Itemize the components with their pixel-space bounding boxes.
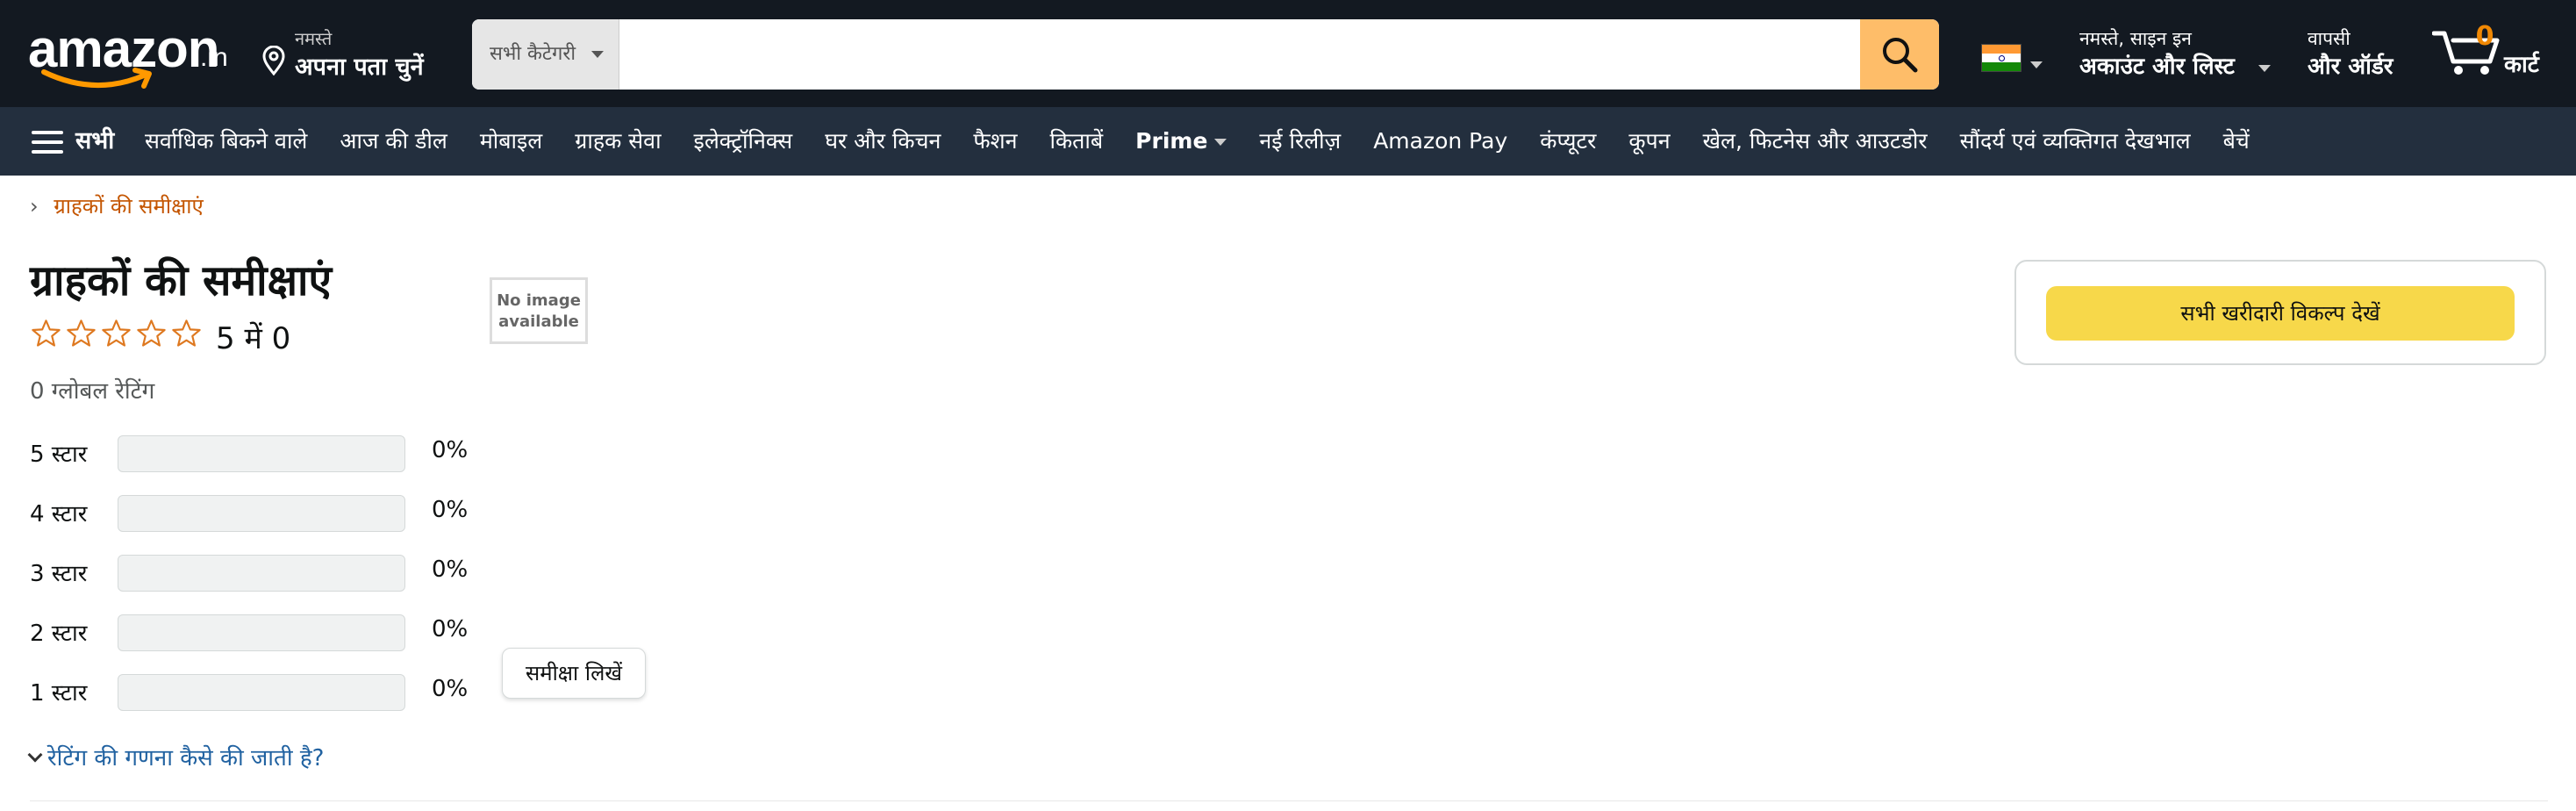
global-ratings-count: 0 ग्लोबल रेटिंग bbox=[30, 378, 155, 405]
search-category-dropdown[interactable]: सभी कैटेगरी bbox=[472, 19, 619, 90]
star-outline-icon bbox=[137, 319, 166, 347]
histogram-label: 2 स्टार bbox=[30, 621, 88, 647]
nav-item-fashion[interactable]: फैशन bbox=[973, 125, 1017, 158]
see-all-buying-options-button[interactable]: सभी खरीदारी विकल्प देखें bbox=[2046, 286, 2515, 341]
write-review-button[interactable]: समीक्षा लिखें bbox=[502, 648, 646, 699]
cart-count: 0 bbox=[2475, 21, 2494, 52]
histogram-percent: 0% bbox=[432, 616, 469, 642]
rating-histogram: 5 स्टार 0% 4 स्टार 0% 3 स्टार 0% 2 स्टार… bbox=[30, 430, 486, 728]
star-rating bbox=[30, 316, 205, 355]
top-header: amazon .in नमस्ते अपना पता चुनें सभी कैट… bbox=[0, 0, 2576, 107]
nav-item-home-kitchen[interactable]: घर और किचन bbox=[825, 125, 941, 158]
star-outline-icon bbox=[172, 319, 201, 347]
nav-item-customer-service[interactable]: ग्राहक सेवा bbox=[575, 125, 661, 158]
amazon-logo[interactable]: amazon .in bbox=[28, 23, 230, 93]
cart-button[interactable]: 0 कार्ट bbox=[2432, 21, 2564, 83]
search-button[interactable] bbox=[1860, 19, 1939, 90]
histogram-percent: 0% bbox=[432, 437, 469, 463]
histogram-row-1[interactable]: 1 स्टार 0% bbox=[30, 669, 486, 728]
cart-label: कार्ट bbox=[2504, 52, 2539, 78]
product-image-placeholder: No image available bbox=[490, 277, 588, 344]
nav-item-beauty[interactable]: सौंदर्य एवं व्यक्तिगत देखभाल bbox=[1960, 125, 2191, 158]
star-outline-icon bbox=[67, 319, 96, 347]
histogram-row-4[interactable]: 4 स्टार 0% bbox=[30, 490, 486, 549]
nav-item-sell[interactable]: बेचें bbox=[2223, 125, 2250, 158]
map-pin-icon bbox=[262, 46, 285, 75]
histogram-bar bbox=[118, 614, 405, 651]
breadcrumb: › ग्राहकों की समीक्षाएं bbox=[30, 191, 204, 220]
india-flag-icon bbox=[1981, 44, 2021, 72]
histogram-bar bbox=[118, 495, 405, 532]
search-category-label: सभी कैटेगरी bbox=[490, 43, 576, 65]
deliver-greeting: नमस्ते bbox=[295, 28, 333, 49]
histogram-label: 5 स्टार bbox=[30, 441, 88, 468]
account-greeting: नमस्ते, साइन इन bbox=[2079, 28, 2192, 49]
chevron-down-icon bbox=[2258, 65, 2271, 72]
chevron-down-icon bbox=[591, 51, 604, 58]
no-image-line2: available bbox=[498, 312, 579, 331]
account-and-lists[interactable]: नमस्ते, साइन इन अकाउंट और लिस्ट bbox=[2079, 26, 2272, 84]
section-divider bbox=[30, 800, 2548, 801]
nav-item-prime[interactable]: Prime bbox=[1135, 125, 1227, 158]
search-icon bbox=[1883, 38, 1918, 73]
page-title: ग्राहकों की समीक्षाएं bbox=[30, 256, 332, 305]
no-image-line1: No image bbox=[497, 291, 581, 310]
nav-item-new-releases[interactable]: नई रिलीज़ bbox=[1259, 125, 1341, 158]
breadcrumb-link-reviews[interactable]: ग्राहकों की समीक्षाएं bbox=[54, 194, 204, 219]
chevron-down-icon bbox=[2030, 61, 2043, 68]
hamburger-icon bbox=[32, 131, 63, 154]
histogram-bar bbox=[118, 555, 405, 592]
histogram-row-3[interactable]: 3 स्टार 0% bbox=[30, 549, 486, 609]
star-outline-icon bbox=[32, 319, 61, 347]
logo-smile-icon bbox=[41, 68, 152, 89]
nav-item-books[interactable]: किताबें bbox=[1049, 125, 1103, 158]
nav-item-sports-fitness[interactable]: खेल, फिटनेस और आउटडोर bbox=[1703, 125, 1928, 158]
histogram-row-2[interactable]: 2 स्टार 0% bbox=[30, 609, 486, 669]
histogram-label: 4 स्टार bbox=[30, 501, 88, 528]
histogram-label: 1 स्टार bbox=[30, 680, 88, 707]
all-menu-button[interactable]: सभी bbox=[32, 125, 114, 158]
nav-item-bestsellers[interactable]: सर्वाधिक बिकने वाले bbox=[145, 125, 307, 158]
how-ratings-calculated-link[interactable]: रेटिंग की गणना कैसे की जाती है? bbox=[27, 741, 325, 772]
logo-domain: .in bbox=[200, 43, 228, 72]
returns-and-orders[interactable]: वापसी और ऑर्डर bbox=[2308, 26, 2422, 84]
histogram-percent: 0% bbox=[432, 497, 469, 523]
buying-options-box: सभी खरीदारी विकल्प देखें bbox=[2014, 260, 2546, 365]
orders-label: और ऑर्डर bbox=[2308, 54, 2394, 80]
all-menu-label: सभी bbox=[75, 127, 115, 154]
returns-label: वापसी bbox=[2308, 28, 2351, 49]
nav-links: सर्वाधिक बिकने वाले आज की डील मोबाइल ग्र… bbox=[145, 125, 2282, 158]
histogram-percent: 0% bbox=[432, 556, 469, 583]
rating-out-of: 5 में 0 bbox=[216, 321, 291, 356]
breadcrumb-separator: › bbox=[30, 194, 39, 219]
language-selector[interactable] bbox=[1981, 44, 2048, 79]
histogram-row-5[interactable]: 5 स्टार 0% bbox=[30, 430, 486, 490]
search-bar: सभी कैटेगरी bbox=[472, 19, 1939, 90]
star-outline-icon bbox=[102, 319, 131, 347]
nav-item-todays-deals[interactable]: आज की डील bbox=[340, 125, 447, 158]
nav-item-amazon-pay[interactable]: Amazon Pay bbox=[1373, 125, 1507, 158]
nav-item-electronics[interactable]: इलेक्ट्रॉनिक्स bbox=[694, 125, 793, 158]
account-label: अकाउंट और लिस्ट bbox=[2079, 54, 2235, 80]
histogram-label: 3 स्टार bbox=[30, 561, 88, 587]
histogram-bar bbox=[118, 674, 405, 711]
nav-item-computers[interactable]: कंप्यूटर bbox=[1540, 125, 1596, 158]
nav-item-coupons[interactable]: कूपन bbox=[1628, 125, 1670, 158]
nav-strip: सभी सर्वाधिक बिकने वाले आज की डील मोबाइल… bbox=[0, 107, 2576, 176]
nav-item-mobiles[interactable]: मोबाइल bbox=[480, 125, 542, 158]
deliver-to-address[interactable]: नमस्ते अपना पता चुनें bbox=[261, 26, 446, 83]
how-ratings-calculated-label: रेटिंग की गणना कैसे की जाती है? bbox=[47, 745, 325, 772]
histogram-bar bbox=[118, 435, 405, 472]
histogram-percent: 0% bbox=[432, 676, 469, 702]
chevron-down-icon bbox=[27, 747, 43, 763]
search-input[interactable] bbox=[621, 19, 1858, 90]
deliver-address-prompt: अपना पता चुनें bbox=[295, 54, 424, 81]
